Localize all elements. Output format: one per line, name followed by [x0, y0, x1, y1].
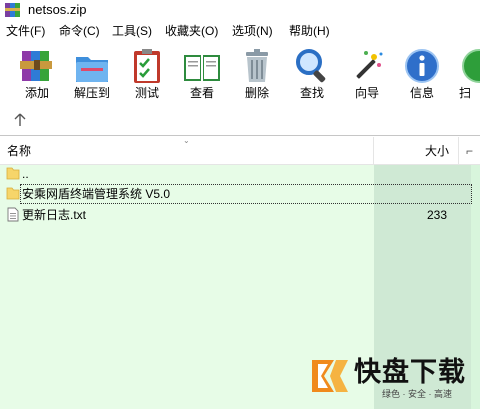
menu-tools[interactable]: 工具(S) — [112, 23, 152, 39]
up-arrow-icon[interactable] — [14, 113, 26, 127]
title-bar: netsos.zip — [0, 0, 480, 20]
column-name-header[interactable]: 名称 — [7, 143, 31, 159]
menu-command[interactable]: 命令(C) — [59, 23, 100, 39]
text-file-icon — [7, 207, 19, 222]
menu-file[interactable]: 文件(F) — [6, 23, 45, 39]
menu-bar: 文件(F) 命令(C) 工具(S) 收藏夹(O) 选项(N) 帮助(H) — [0, 20, 480, 42]
list-item-selected[interactable]: 安乘网盾终端管理系统 V5.0 — [6, 184, 472, 204]
menu-favorites[interactable]: 收藏夹(O) — [165, 23, 218, 39]
info-icon — [405, 49, 439, 83]
folder-icon — [6, 167, 20, 180]
extract-folder-icon — [76, 57, 108, 82]
view-label: 查看 — [189, 86, 214, 100]
magnifier-icon — [296, 49, 326, 83]
list-item[interactable]: 更新日志.txt 233 — [0, 205, 475, 225]
scan-label: 扫 — [459, 86, 472, 100]
view-book-icon — [184, 55, 220, 81]
info-button[interactable]: 信息 — [396, 46, 448, 102]
file-name: 安乘网盾终端管理系统 V5.0 — [22, 187, 171, 201]
sort-indicator-icon: ⌄ — [183, 137, 190, 145]
extract-to-label: 解压到 — [73, 86, 110, 100]
trash-icon — [246, 49, 268, 82]
find-label: 查找 — [299, 86, 324, 100]
watermark: 快盘下载 绿色 · 安全 · 高速 — [310, 352, 480, 409]
menu-help[interactable]: 帮助(H) — [289, 23, 330, 39]
extract-to-button[interactable]: 解压到 — [66, 46, 118, 102]
wizard-button[interactable]: 向导 — [341, 46, 393, 102]
list-item[interactable]: .. — [0, 164, 475, 184]
add-label: 添加 — [24, 86, 49, 100]
view-button[interactable]: 查看 — [176, 46, 228, 102]
scan-icon — [462, 49, 480, 83]
delete-button[interactable]: 删除 — [231, 46, 283, 102]
info-label: 信息 — [409, 86, 434, 100]
watermark-brand: 快盘下载 — [354, 357, 466, 387]
file-name: .. — [22, 167, 29, 181]
file-name: 更新日志.txt — [22, 208, 87, 222]
add-button[interactable]: 添加 — [11, 46, 63, 102]
column-divider[interactable] — [458, 137, 459, 165]
column-header: ⌄ 名称 大小 ⌐ — [0, 137, 480, 165]
test-clipboard-icon — [134, 49, 160, 83]
wizard-label: 向导 — [354, 86, 379, 100]
test-button[interactable]: 测试 — [121, 46, 173, 102]
add-archive-icon — [20, 51, 52, 81]
test-label: 测试 — [134, 86, 159, 100]
delete-label: 删除 — [244, 86, 269, 100]
file-size: 233 — [426, 208, 447, 222]
column-divider[interactable] — [373, 137, 374, 165]
toolbar: 添加 解压到 测试 查看 删除 查找 向导 信息 扫 — [0, 42, 480, 104]
winrar-app-icon — [5, 3, 20, 17]
watermark-tagline: 绿色 · 安全 · 高速 — [382, 389, 452, 399]
menu-options[interactable]: 选项(N) — [232, 23, 273, 39]
scan-button[interactable]: 扫 — [451, 46, 480, 102]
find-button[interactable]: 查找 — [286, 46, 338, 102]
watermark-logo — [312, 360, 348, 392]
column-next-header-cut[interactable]: ⌐ — [466, 143, 473, 159]
folder-icon — [6, 187, 20, 200]
window-title: netsos.zip — [28, 2, 87, 17]
wizard-wand-icon — [356, 51, 383, 79]
address-bar — [0, 104, 480, 136]
column-size-header[interactable]: 大小 — [425, 143, 449, 159]
